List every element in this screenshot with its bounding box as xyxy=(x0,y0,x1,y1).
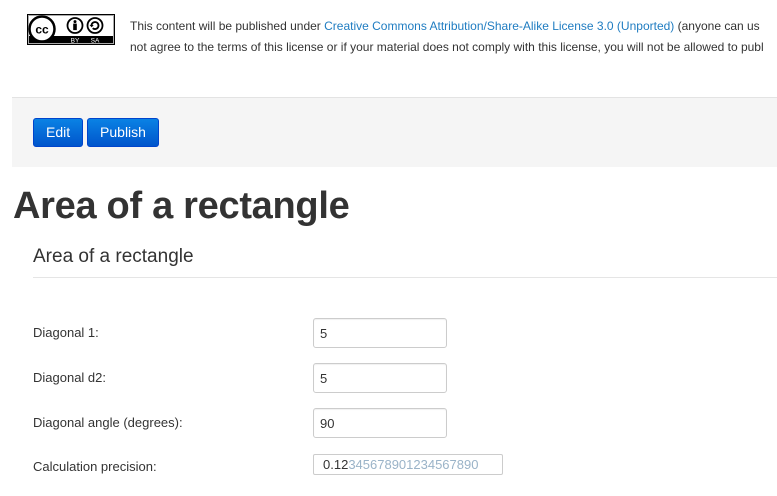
sa-label: SA xyxy=(91,37,100,44)
license-text-prefix: This content will be published under xyxy=(130,19,325,33)
diagonal2-label: Diagonal d2: xyxy=(33,370,106,385)
section-title: Area of a rectangle xyxy=(33,246,194,267)
diagonal1-input[interactable] xyxy=(313,318,447,348)
by-label: BY xyxy=(71,37,80,44)
angle-row: Diagonal angle (degrees): xyxy=(33,408,777,438)
diagonal1-label: Diagonal 1: xyxy=(33,325,99,340)
license-line-2: not agree to the terms of this license o… xyxy=(130,40,764,54)
diagonal2-input[interactable] xyxy=(313,363,447,393)
license-notice: cc BY SA This content will be published … xyxy=(27,14,777,54)
edit-button[interactable]: Edit xyxy=(33,118,83,147)
page-title: Area of a rectangle xyxy=(13,185,350,227)
precision-row: Calculation precision: 0.123456789012345… xyxy=(33,454,777,484)
precision-selector[interactable]: 0.12345678901234567890 xyxy=(313,454,503,475)
diagonal2-row: Diagonal d2: xyxy=(33,363,777,393)
license-text: This content will be published under Cre… xyxy=(130,16,777,58)
angle-input[interactable] xyxy=(313,408,447,438)
precision-label: Calculation precision: xyxy=(33,459,157,474)
license-text-suffix: (anyone can us xyxy=(674,19,760,33)
license-link[interactable]: Creative Commons Attribution/Share-Alike… xyxy=(324,19,674,33)
precision-remaining-digits: 345678901234567890 xyxy=(348,457,479,472)
section-divider xyxy=(33,277,777,278)
license-line-1: This content will be published under Cre… xyxy=(130,16,777,37)
cc-by-sa-badge-icon: cc BY SA xyxy=(27,14,115,45)
angle-label: Diagonal angle (degrees): xyxy=(33,415,183,430)
diagonal1-row: Diagonal 1: xyxy=(33,318,777,348)
precision-selected-value: 0.12 xyxy=(323,457,349,472)
cc-logo-text: cc xyxy=(35,23,49,37)
action-toolbar: Edit Publish xyxy=(12,97,777,167)
publish-button[interactable]: Publish xyxy=(87,118,159,147)
